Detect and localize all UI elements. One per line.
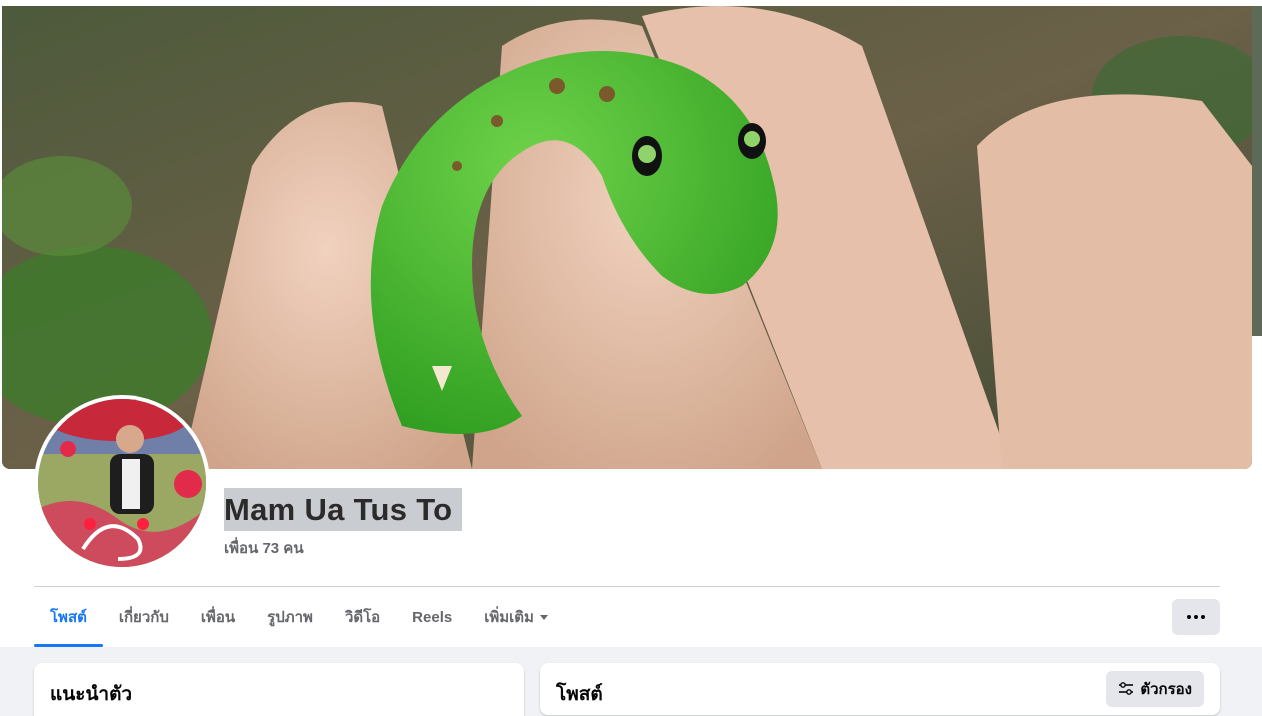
profile-picture[interactable] xyxy=(34,395,210,571)
intro-title: แนะนำตัว xyxy=(50,684,133,705)
tab-more[interactable]: เพิ่มเติม xyxy=(468,587,564,647)
more-horizontal-icon xyxy=(1201,615,1205,619)
friends-count-link[interactable]: เพื่อน 73 คน xyxy=(224,536,304,560)
tab-photos[interactable]: รูปภาพ xyxy=(251,587,329,647)
tab-label: เกี่ยวกับ xyxy=(118,609,169,626)
posts-card: โพสต์ ตัวกรอง xyxy=(540,663,1220,715)
tab-label: วิดีโอ xyxy=(344,609,381,626)
more-horizontal-icon xyxy=(1187,615,1191,619)
filter-label: ตัวกรอง xyxy=(1140,681,1192,698)
tab-friends[interactable]: เพื่อน xyxy=(185,587,251,647)
posts-title: โพสต์ xyxy=(556,684,603,705)
avatar-image xyxy=(38,399,206,567)
avatar xyxy=(38,399,206,567)
more-options-button[interactable] xyxy=(1172,599,1220,635)
cover-image xyxy=(2,6,1252,469)
tab-label: Reels xyxy=(412,608,453,626)
profile-name: Mam Ua Tus To xyxy=(224,488,463,531)
tab-about[interactable]: เกี่ยวกับ xyxy=(103,587,185,647)
tab-label: รูปภาพ xyxy=(267,609,313,626)
cover-photo[interactable] xyxy=(2,6,1252,469)
sliders-icon xyxy=(1119,682,1134,695)
profile-tabs: โพสต์ เกี่ยวกับ เพื่อน รูปภาพ วิดีโอ Ree… xyxy=(34,587,564,647)
tab-videos[interactable]: วิดีโอ xyxy=(329,587,396,647)
more-horizontal-icon xyxy=(1194,615,1198,619)
chevron-down-icon xyxy=(539,614,548,620)
intro-card: แนะนำตัว xyxy=(34,663,524,716)
filter-button[interactable]: ตัวกรอง xyxy=(1106,671,1204,707)
scroll-edge xyxy=(1252,6,1262,336)
tab-label: โพสต์ xyxy=(50,609,87,626)
tab-posts[interactable]: โพสต์ xyxy=(34,587,103,647)
tab-label: เพิ่มเติม xyxy=(484,609,534,626)
tab-reels[interactable]: Reels xyxy=(396,587,468,647)
tab-label: เพื่อน xyxy=(200,609,236,626)
